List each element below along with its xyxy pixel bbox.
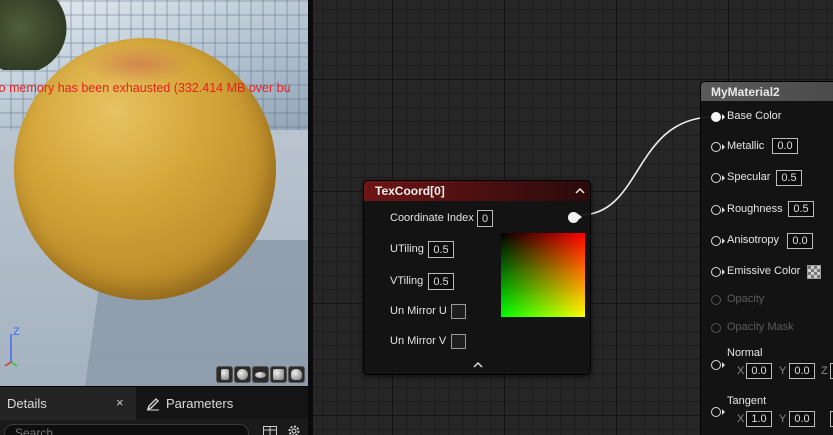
normal-y-label: Y (779, 365, 787, 377)
chevron-up-icon[interactable] (473, 361, 483, 369)
material-node-header[interactable]: MyMaterial2 (701, 82, 833, 101)
texcoord-node[interactable]: TexCoord[0] Coordinate Index 0 UTiling 0… (363, 180, 591, 375)
tangent-x-label: X (737, 413, 745, 425)
metallic-pin[interactable] (711, 142, 721, 152)
anisotropy-pin[interactable] (711, 236, 721, 246)
roughness-field[interactable]: 0.5 (788, 201, 814, 217)
anisotropy-field[interactable]: 0.0 (787, 233, 813, 249)
tangent-pin[interactable] (711, 407, 721, 417)
plane-icon[interactable] (252, 366, 269, 383)
unmirror-v-label: Un Mirror V (390, 335, 447, 347)
anisotropy-label: Anisotropy (727, 234, 779, 246)
search-input[interactable] (4, 424, 249, 435)
normal-z-label: Z (821, 365, 828, 377)
tab-details-label: Details (7, 396, 47, 411)
specular-field[interactable]: 0.5 (776, 170, 802, 186)
close-icon[interactable]: × (116, 395, 124, 410)
texcoord-node-header[interactable]: TexCoord[0] (364, 181, 590, 201)
axis-gizmo-icon: Z (4, 326, 20, 367)
pin-arrow-icon (722, 114, 725, 120)
unmirror-v-checkbox[interactable] (451, 334, 466, 349)
opacity-label: Opacity (727, 293, 765, 305)
search-row (0, 422, 308, 435)
teapot-icon[interactable] (288, 366, 305, 383)
material-result-node[interactable]: MyMaterial2 Base Color Metallic 0.0 Spec… (700, 81, 833, 435)
unmirror-u-label: Un Mirror U (390, 305, 447, 317)
texcoord-preview-swatch (501, 233, 585, 317)
material-node-title: MyMaterial2 (711, 85, 780, 99)
specular-label: Specular (727, 171, 771, 183)
pin-arrow-icon (722, 207, 725, 213)
video-memory-warning: ideo memory has been exhausted (332.414 … (0, 81, 291, 95)
vtiling-label: VTiling (390, 275, 424, 287)
pin-arrow-icon (722, 362, 725, 368)
coordinate-index-label: Coordinate Index (390, 212, 474, 224)
pin-arrow-icon (722, 409, 725, 415)
cylinder-icon[interactable] (216, 366, 233, 383)
gear-icon[interactable] (287, 424, 301, 435)
opacity-mask-pin (711, 323, 721, 333)
unmirror-u-checkbox[interactable] (451, 304, 466, 319)
specular-pin[interactable] (711, 173, 721, 183)
normal-x-label: X (737, 365, 745, 377)
metallic-field[interactable]: 0.0 (772, 138, 798, 154)
preview-sphere (14, 38, 276, 300)
tangent-y-label: Y (779, 413, 787, 425)
metallic-label: Metallic (727, 140, 765, 152)
tab-parameters-label: Parameters (166, 396, 234, 411)
background-tree (0, 0, 70, 70)
tab-parameters[interactable]: Parameters (140, 387, 308, 420)
pin-arrow-icon (722, 269, 725, 275)
normal-x-field[interactable]: 0.0 (746, 363, 772, 379)
normal-label: Normal (727, 347, 763, 359)
details-panel: Details × Parameters (0, 386, 308, 435)
normal-y-field[interactable]: 0.0 (789, 363, 815, 379)
material-graph-canvas[interactable]: TexCoord[0] Coordinate Index 0 UTiling 0… (313, 0, 833, 435)
material-preview-viewport[interactable]: ideo memory has been exhausted (332.414 … (0, 0, 308, 386)
tangent-y-field[interactable]: 0.0 (789, 411, 815, 427)
emissive-color-pin[interactable] (711, 267, 721, 277)
coordinate-index-field[interactable]: 0 (477, 210, 493, 227)
normal-pin[interactable] (711, 360, 721, 370)
pin-arrow-icon (722, 238, 725, 244)
emissive-color-label: Emissive Color (727, 265, 801, 277)
base-color-label: Base Color (727, 110, 782, 122)
pin-arrow-icon (722, 144, 725, 150)
emissive-color-swatch[interactable] (807, 265, 821, 279)
tangent-label: Tangent (727, 395, 767, 407)
pin-arrow-icon (722, 175, 725, 181)
roughness-pin[interactable] (711, 205, 721, 215)
output-arrow-icon (578, 214, 582, 220)
preview-shape-toolbar (216, 366, 308, 384)
sphere-icon[interactable] (234, 366, 251, 383)
roughness-label: Roughness (727, 203, 783, 215)
grid-icon[interactable] (263, 426, 277, 435)
utiling-field[interactable]: 0.5 (428, 241, 454, 258)
texcoord-node-title: TexCoord[0] (375, 184, 445, 198)
pencil-icon (146, 397, 159, 410)
panel-tab-bar: Details × Parameters (0, 386, 308, 420)
chevron-up-icon[interactable] (575, 186, 585, 196)
opacity-mask-label: Opacity Mask (727, 321, 794, 333)
utiling-label: UTiling (390, 243, 424, 255)
tangent-x-field[interactable]: 1.0 (746, 411, 772, 427)
axis-z-label: Z (13, 326, 20, 338)
cube-icon[interactable] (270, 366, 287, 383)
opacity-pin (711, 295, 721, 305)
base-color-pin[interactable] (711, 112, 721, 122)
vtiling-field[interactable]: 0.5 (428, 273, 454, 290)
